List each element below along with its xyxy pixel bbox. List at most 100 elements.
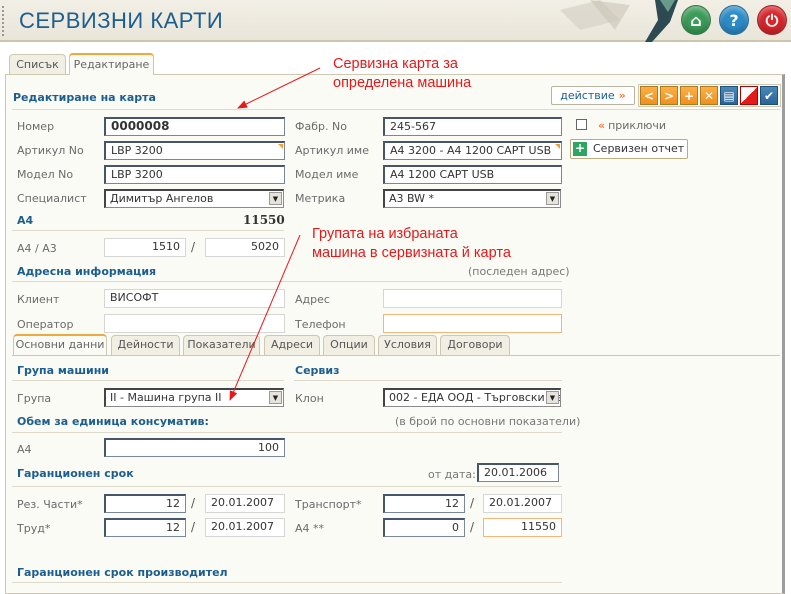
transport-months-input[interactable]: 12: [383, 494, 465, 513]
section-divider: [12, 230, 284, 231]
article-no-label: Артикул No: [17, 144, 84, 157]
a4-title: A4: [17, 214, 34, 227]
address-hint: (последен адрес): [468, 265, 570, 278]
address-label: Адрес: [295, 293, 330, 306]
warranty-from-label: от дата:: [428, 468, 476, 481]
chevron-down-icon[interactable]: ▼: [546, 192, 559, 205]
chevron-down-icon[interactable]: ▼: [546, 391, 559, 404]
serial-no-label: Фабр. No: [295, 120, 347, 133]
tab-main-data[interactable]: Основни данни: [13, 334, 107, 355]
model-no-input[interactable]: LBP 3200: [104, 165, 285, 184]
serial-no-input[interactable]: 245-567: [383, 117, 562, 136]
consumable-a4-input[interactable]: 100: [104, 438, 285, 457]
transport-label: Транспорт*: [295, 498, 362, 511]
annotation-service-card: Сервизна карта за определена машина: [333, 55, 471, 93]
group-label: Група: [17, 392, 52, 405]
metric-select[interactable]: A3 BW * ▼: [383, 189, 561, 208]
separator: /: [191, 240, 196, 254]
next-button[interactable]: >: [660, 86, 678, 105]
logout-button[interactable]: ⏻: [757, 5, 787, 35]
a4-count-input[interactable]: 1510: [104, 238, 186, 257]
machine-group-title: Група машини: [17, 364, 110, 377]
double-chevron-left-icon: «: [598, 119, 606, 132]
warranty-title: Гаранционен срок: [17, 467, 134, 480]
tab-list[interactable]: Списък: [9, 54, 66, 75]
labor-date-input[interactable]: 20.01.2007: [205, 518, 285, 537]
group-select[interactable]: II - Машина група II ▼: [104, 388, 284, 407]
tab-options[interactable]: Опции: [323, 335, 375, 355]
add-button[interactable]: +: [680, 86, 698, 105]
chevron-down-icon[interactable]: ▼: [269, 192, 282, 205]
section-divider: [12, 281, 562, 282]
delete-button[interactable]: ✕: [700, 86, 718, 105]
specialist-label: Специалист: [17, 192, 87, 205]
address-input[interactable]: [383, 289, 562, 308]
model-name-input[interactable]: A4 1200 CAPT USB: [383, 165, 562, 184]
branch-label: Клон: [295, 392, 324, 405]
parts-date-input[interactable]: 20.01.2007: [205, 494, 285, 513]
drag-handle: [2, 6, 4, 36]
parts-months-input[interactable]: 12: [104, 494, 186, 513]
add-icon: +: [683, 89, 695, 103]
check-icon: ✔: [763, 89, 775, 103]
print-icon: ▤: [723, 89, 735, 103]
prev-button[interactable]: <: [640, 86, 658, 105]
service-report-button[interactable]: + Сервизен отчет: [570, 139, 688, 159]
article-name-input[interactable]: A4 3200 - A4 1200 CAPT USB: [383, 141, 562, 160]
warranty-a4-input[interactable]: 0: [383, 518, 465, 537]
warranty-a4-label: A4 **: [295, 522, 325, 535]
home-button[interactable]: ⌂: [681, 5, 711, 35]
annotation-line: Сервизна карта за: [333, 56, 458, 72]
tab-edit-overlay[interactable]: Редактиране: [69, 53, 154, 75]
labor-months-input[interactable]: 12: [104, 518, 186, 537]
tab-indicators[interactable]: Показатели: [183, 335, 260, 355]
specialist-select[interactable]: Димитър Ангелов ▼: [104, 189, 284, 208]
annotation-machine-group: Групата на избраната машина в сервизната…: [312, 225, 511, 263]
action-dropdown-button[interactable]: действие»: [551, 86, 635, 105]
tab-contracts[interactable]: Договори: [440, 335, 510, 355]
article-no-input[interactable]: LBP 3200: [104, 141, 285, 160]
warranty-a4-limit-input[interactable]: 11550: [483, 518, 562, 537]
article-name-label: Артикул име: [295, 144, 369, 157]
tab-conditions[interactable]: Условия: [378, 335, 437, 355]
tab-activities[interactable]: Дейности: [111, 335, 180, 355]
confirm-button[interactable]: ✔: [760, 86, 778, 105]
service-report-label: Сервизен отчет: [593, 142, 685, 155]
phone-input[interactable]: [383, 314, 562, 333]
a4-a3-label: A4 / A3: [17, 242, 57, 255]
edit-section-title: Редактиране на карта: [13, 91, 156, 104]
annotation-line: определена машина: [333, 75, 472, 91]
metric-value: A3 BW *: [389, 192, 435, 205]
service-title: Сервиз: [295, 364, 340, 377]
cancel-button[interactable]: [740, 86, 758, 105]
help-button[interactable]: ?: [719, 5, 749, 35]
app-header: СЕРВИЗНИ КАРТИ ⌂ ? ⏻: [0, 0, 791, 42]
consumable-hint: (в брой по основни показатели): [395, 415, 581, 428]
consumable-a4-label: A4: [17, 443, 32, 456]
a3-count-input[interactable]: 5020: [205, 238, 285, 257]
close-link[interactable]: «приключи: [598, 119, 666, 132]
warranty-from-input[interactable]: 20.01.2006: [477, 463, 559, 482]
operator-input[interactable]: [104, 314, 285, 333]
double-chevron-right-icon: »: [618, 89, 626, 102]
chevron-down-icon[interactable]: ▼: [269, 391, 282, 404]
transport-date-input[interactable]: 20.01.2007: [483, 494, 562, 513]
manufacturer-warranty-title: Гаранционен срок производител: [17, 566, 228, 579]
section-divider: [12, 380, 284, 381]
close-checkbox[interactable]: [576, 119, 587, 130]
address-section-title: Адресна информация: [17, 265, 157, 278]
branch-value: 002 - ЕДА ООД - Търговски Це: [389, 391, 561, 404]
model-name-label: Модел име: [295, 168, 359, 181]
tab-addresses[interactable]: Адреси: [264, 335, 320, 355]
print-button[interactable]: ▤: [720, 86, 738, 105]
branch-select[interactable]: 002 - ЕДА ООД - Търговски Це ▼: [383, 388, 561, 407]
phone-label: Телефон: [295, 318, 346, 331]
client-input[interactable]: ВИСОФТ: [104, 289, 285, 308]
separator: /: [191, 520, 196, 534]
number-input[interactable]: 0000008: [104, 117, 285, 136]
article-name-value: A4 3200 - A4 1200 CAPT USB: [390, 144, 552, 157]
prev-icon: <: [643, 89, 655, 103]
help-icon: ?: [729, 11, 739, 30]
inner-tabs-divider: [12, 355, 780, 356]
metric-label: Метрика: [295, 192, 346, 205]
